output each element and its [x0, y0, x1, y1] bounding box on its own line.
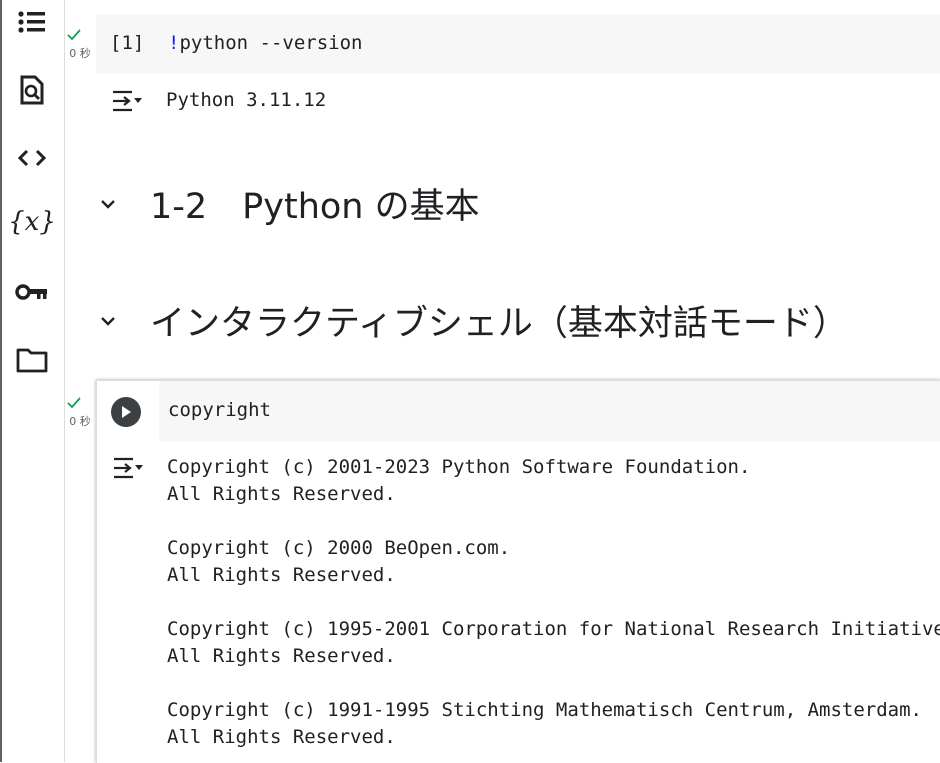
- notebook-area: 0 秒 [1] !python --version Python 3.11.12…: [64, 0, 940, 763]
- output-line: All Rights Reserved.: [167, 564, 396, 586]
- output-line: Copyright (c) 2000 BeOpen.com.: [167, 537, 511, 559]
- cell1-exec-count: [1]: [110, 32, 145, 54]
- cell2-code-input[interactable]: copyright: [159, 381, 940, 442]
- output-toggle-icon[interactable]: [111, 455, 145, 483]
- output-line: Copyright (c) 2001-2023 Python Software …: [167, 456, 751, 478]
- check-icon: [67, 397, 81, 409]
- output-toggle-icon[interactable]: [110, 88, 144, 116]
- cell2-code[interactable]: copyright: [168, 399, 271, 421]
- cell1-code-rest: python --version: [179, 32, 363, 54]
- output-line: All Rights Reserved.: [167, 483, 396, 505]
- find-replace-icon[interactable]: [12, 70, 52, 110]
- variables-glyph: {x}: [8, 207, 56, 237]
- code-brackets-icon[interactable]: [12, 138, 52, 178]
- variables-icon[interactable]: {x}: [8, 202, 56, 242]
- section-heading-1-text: 1-2 Python の基本: [150, 187, 480, 227]
- sidebar: {x}: [0, 0, 65, 762]
- cell1-code[interactable]: !python --version: [168, 32, 362, 54]
- output-line: Copyright (c) 1995-2001 Corporation for …: [167, 618, 940, 640]
- output-line: All Rights Reserved.: [167, 726, 396, 748]
- check-icon: [67, 29, 81, 41]
- key-icon[interactable]: [12, 272, 52, 312]
- output-line: All Rights Reserved.: [167, 645, 396, 667]
- cell1-exec-time: 0 秒: [69, 47, 91, 60]
- cell1-status: 0 秒: [66, 28, 94, 61]
- output-line: Copyright (c) 1991-1995 Stichting Mathem…: [167, 699, 922, 721]
- cell2-output: Copyright (c) 2001-2023 Python Software …: [167, 454, 940, 751]
- code-cell-2: copyright Copyright (c) 2001-2023 Python…: [96, 380, 940, 763]
- table-of-contents-icon[interactable]: [12, 2, 52, 42]
- cell1-output: Python 3.11.12: [166, 89, 327, 111]
- run-cell-button[interactable]: [111, 397, 141, 427]
- folder-icon[interactable]: [12, 340, 52, 380]
- section-heading-2-text: インタラクティブシェル（基本対話モード）: [150, 304, 848, 344]
- section-heading-2: インタラクティブシェル（基本対話モード）: [100, 295, 848, 346]
- chevron-down-icon: [101, 316, 115, 326]
- collapse-section-1[interactable]: [100, 199, 130, 209]
- cell1-code-bang: !: [168, 32, 180, 54]
- cell2-exec-time: 0 秒: [69, 415, 91, 428]
- chevron-down-icon: [101, 199, 115, 209]
- section-heading-1: 1-2 Python の基本: [100, 178, 480, 229]
- collapse-section-2[interactable]: [100, 316, 130, 326]
- cell2-status: 0 秒: [66, 396, 94, 429]
- cell1-code-input[interactable]: [1] !python --version: [96, 14, 940, 74]
- play-icon: [122, 406, 131, 418]
